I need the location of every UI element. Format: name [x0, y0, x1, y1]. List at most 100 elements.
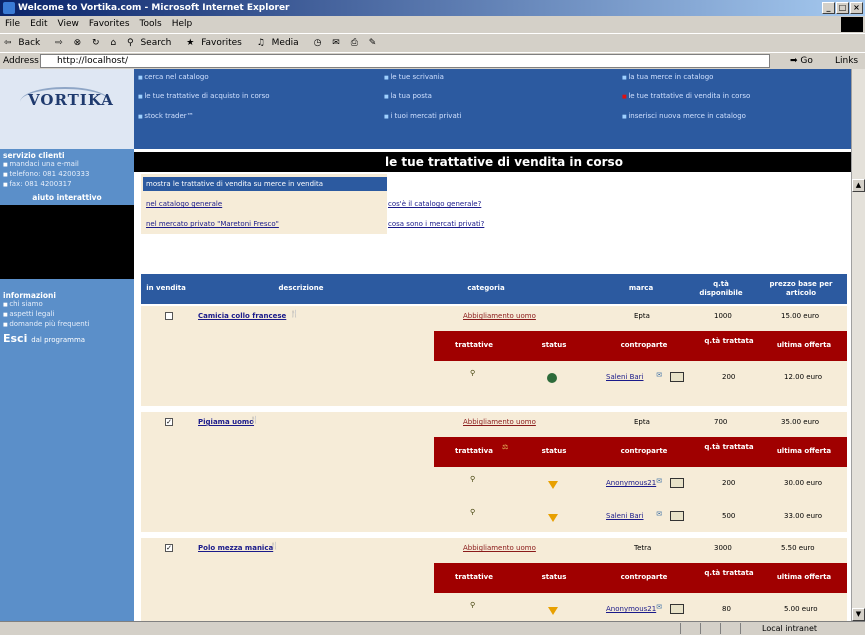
col-qta-disponibile: q.tà disponibile — [699, 280, 743, 297]
sidebar-help-panel — [0, 205, 134, 279]
counterpart-link[interactable]: Anonymous21 — [606, 605, 656, 613]
title-bar: Welcome to Vortika.com - Microsoft Inter… — [0, 0, 865, 16]
help-catalogo-generale[interactable]: cos'è il catalogo generale? — [388, 200, 481, 208]
menu-favorites[interactable]: Favorites — [84, 16, 135, 33]
book-icon[interactable] — [670, 478, 685, 488]
mail-button[interactable]: ✉ — [328, 34, 344, 52]
sidebar-info-title: informazioni — [3, 291, 56, 300]
refresh-button[interactable]: ↻ — [88, 34, 104, 52]
book-icon[interactable] — [670, 372, 685, 382]
magnifier-icon[interactable]: ⚲ — [470, 475, 475, 483]
nav-scrivania[interactable]: le tue scrivania — [384, 73, 444, 81]
sidebar-faq[interactable]: domande più frequenti — [0, 320, 134, 330]
help-mercati-privati[interactable]: cosa sono i mercati privati? — [388, 220, 484, 228]
deal-col-qta-trattata: q.tà trattata — [704, 337, 754, 345]
home-button[interactable]: ⌂ — [106, 34, 120, 52]
favorites-button[interactable]: ★ Favorites — [182, 34, 250, 52]
deal-col-controparte: controparte — [620, 447, 668, 455]
nav-mercati-privati[interactable]: i tuoi mercati privati — [384, 112, 461, 120]
book-icon[interactable] — [670, 511, 685, 521]
menu-help[interactable]: Help — [167, 16, 198, 33]
link-catalogo-generale[interactable]: nel catalogo generale — [146, 200, 222, 208]
mail-icon[interactable]: ✉ — [656, 371, 662, 379]
edit-button[interactable]: ✎ — [365, 34, 381, 52]
in-vendita-checkbox[interactable] — [165, 312, 173, 320]
product-name[interactable]: Camicia collo francese — [198, 312, 286, 320]
sidebar-email[interactable]: mandaci una e-mail — [0, 160, 134, 170]
counterpart-link[interactable]: Anonymous21 — [606, 479, 656, 487]
nav-inserisci-merce[interactable]: inserisci nuova merce in catalogo — [622, 112, 746, 120]
deal-col-trattative: trattative — [455, 341, 493, 349]
product-name[interactable]: Polo mezza manica — [198, 544, 273, 552]
stop-button[interactable]: ⊗ — [70, 34, 86, 52]
search-button[interactable]: ⚲ Search — [123, 34, 179, 52]
deals-header: trattative status controparte q.tà trattata… — [434, 563, 847, 593]
status-arrow-icon — [548, 514, 558, 522]
address-input[interactable]: http://localhost/ — [40, 54, 770, 68]
deal-col-ultima-offerta: ultima offerta — [776, 573, 832, 581]
back-button[interactable]: ⇦ Back — [0, 34, 48, 52]
nav-merce-catalogo[interactable]: la tua merce in catalogo — [622, 73, 713, 81]
address-bar: Address http://localhost/ ➡ Go Links — [0, 52, 865, 68]
sidebar-exit[interactable]: Esci dal programma — [0, 332, 134, 345]
sidebar-aspetti-legali[interactable]: aspetti legali — [0, 310, 134, 320]
history-button[interactable]: ◷ — [310, 34, 326, 52]
counterpart-link[interactable]: Saleni Bari — [606, 373, 644, 381]
nav-trattative-acquisto[interactable]: le tue trattative di acquisto in corso — [138, 92, 269, 100]
mail-icon[interactable]: ✉ — [656, 510, 662, 518]
minimize-button[interactable]: _ — [822, 2, 835, 14]
menu-edit[interactable]: Edit — [25, 16, 52, 33]
product-brand: Epta — [634, 312, 650, 320]
magnifier-icon[interactable]: ⚲ — [470, 601, 475, 609]
col-in-vendita: in vendita — [146, 284, 186, 292]
col-categoria: categoria — [467, 284, 505, 292]
menu-tools[interactable]: Tools — [135, 16, 167, 33]
scroll-up-arrow[interactable]: ▲ — [852, 179, 865, 192]
table-row: Camicia collo francese 🍴 Abbigliamento uom… — [141, 310, 847, 326]
product-category[interactable]: Abbigliamento uomo — [463, 418, 536, 426]
go-button[interactable]: ➡ Go — [790, 53, 813, 69]
maximize-button[interactable]: □ — [836, 2, 849, 14]
nav-cerca-catalogo[interactable]: cerca nel catalogo — [138, 73, 208, 81]
counterpart-link[interactable]: Saleni Bari — [606, 512, 644, 520]
deals-header: trattativa ⚖ status controparte q.tà trattat… — [434, 437, 847, 467]
col-descrizione: descrizione — [278, 284, 324, 292]
product-brand: Epta — [634, 418, 650, 426]
menu-file[interactable]: File — [0, 16, 25, 33]
nav-trattative-vendita[interactable]: le tue trattative di vendita in corso — [622, 92, 750, 100]
top-navigation: cerca nel catalogo le tue trattative di … — [134, 69, 851, 149]
forward-button[interactable]: ⇨ — [51, 34, 67, 52]
browser-window: Welcome to Vortika.com - Microsoft Inter… — [0, 0, 865, 634]
menu-bar: File Edit View Favorites Tools Help — [0, 16, 865, 33]
deal-qty: 200 — [722, 479, 736, 487]
close-button[interactable]: × — [850, 2, 863, 14]
sidebar-fax: fax: 081 4200317 — [0, 180, 134, 190]
magnifier-icon[interactable]: ⚲ — [470, 369, 475, 377]
links-button[interactable]: Links — [835, 53, 858, 69]
mail-icon[interactable]: ✉ — [656, 603, 662, 611]
deal-offer: 30.00 euro — [784, 479, 823, 487]
in-vendita-checkbox[interactable]: ✓ — [165, 418, 173, 426]
menu-view[interactable]: View — [53, 16, 84, 33]
sidebar-help[interactable]: aiuto interattivo — [0, 193, 134, 202]
product-category[interactable]: Abbigliamento uomo — [463, 312, 536, 320]
go-label: Go — [800, 56, 813, 66]
scroll-down-arrow[interactable]: ▼ — [852, 608, 865, 621]
in-vendita-checkbox[interactable]: ✓ — [165, 544, 173, 552]
link-mercato-privato[interactable]: nel mercato privato "Maretoni Fresco" — [146, 220, 279, 228]
sidebar-chi-siamo[interactable]: chi siamo — [0, 300, 134, 310]
nav-stock-trader[interactable]: stock trader™ — [138, 112, 193, 120]
magnifier-icon[interactable]: ⚲ — [470, 508, 475, 516]
sidebar-phone: telefono: 081 4200333 — [0, 170, 134, 180]
deal-col-controparte: controparte — [620, 341, 668, 349]
vortika-logo[interactable]: VORTIKA — [0, 69, 134, 149]
print-button[interactable]: ⎙ — [347, 34, 362, 52]
mail-icon[interactable]: ✉ — [656, 477, 662, 485]
book-icon[interactable] — [670, 604, 685, 614]
nav-posta[interactable]: la tua posta — [384, 92, 432, 100]
product-name[interactable]: Pigiama uomo — [198, 418, 254, 426]
vertical-scrollbar[interactable]: ▲ ▼ — [851, 69, 865, 621]
product-category[interactable]: Abbigliamento uomo — [463, 544, 536, 552]
table-row: ✓ Polo mezza manica 🍴 Abbigliamento uomo Tet… — [141, 542, 847, 558]
media-button[interactable]: ♫ Media — [253, 34, 307, 52]
